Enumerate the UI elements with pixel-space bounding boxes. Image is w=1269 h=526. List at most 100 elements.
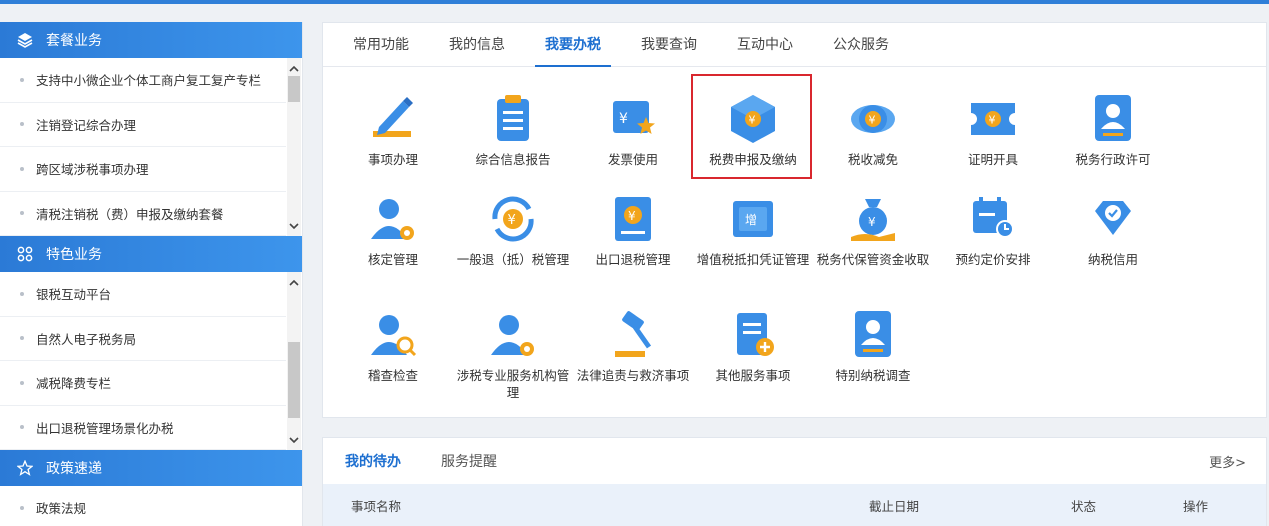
id-card-icon [1085, 91, 1141, 147]
sidebar-item-label: 跨区域涉税事项办理 [36, 162, 149, 178]
tile-label: 法律追责与救济事项 [576, 368, 690, 383]
tile-inspection[interactable]: 稽查检查 [333, 307, 453, 384]
sidebar-item[interactable]: 银税互动平台 [0, 272, 286, 317]
bullet-icon [20, 336, 24, 341]
sidebar-item-label: 注销登记综合办理 [36, 117, 137, 133]
bullet-icon [20, 211, 24, 216]
sidebar-item[interactable]: 自然人电子税务局 [0, 317, 286, 361]
tile-invoice-use[interactable]: ¥ 发票使用 [573, 91, 693, 168]
column-header-action: 操作 [1183, 499, 1209, 514]
bullet-icon [20, 122, 24, 127]
tile-label: 税费申报及缴纳 [709, 152, 797, 167]
sidebar-item-label: 自然人电子税务局 [36, 331, 137, 347]
chevron-down-icon[interactable] [287, 218, 301, 234]
tile-label: 其他服务事项 [715, 368, 791, 383]
scrollbar-thumb[interactable] [288, 342, 300, 418]
svg-text:¥: ¥ [989, 114, 996, 127]
tile-legal-remedy[interactable]: 法律追责与救济事项 [573, 307, 693, 384]
sidebar-item[interactable]: 支持中小微企业个体工商户复工复产专栏 [0, 58, 286, 103]
bullet-icon [20, 166, 24, 171]
invoice-star-icon: ¥ [605, 91, 661, 147]
sidebar-item[interactable]: 政策法规 [0, 486, 286, 526]
star-icon [16, 459, 34, 477]
tab-common[interactable]: 常用功能 [333, 23, 429, 66]
sidebar: 套餐业务 支持中小微企业个体工商户复工复产专栏 注销登记综合办理 跨区域涉税事项… [0, 22, 303, 526]
tab-my-todo[interactable]: 我的待办 [345, 451, 401, 471]
sidebar-item-label: 减税降费专栏 [36, 376, 112, 392]
scrollbar-thumb[interactable] [288, 76, 300, 102]
sidebar-list-packages: 支持中小微企业个体工商户复工复产专栏 注销登记综合办理 跨区域涉税事项办理 清税… [0, 58, 302, 236]
tile-special-investigation[interactable]: 特别纳税调查 [813, 307, 933, 384]
tab-tax-handling[interactable]: 我要办税 [525, 23, 621, 67]
tile-label: 稽查检查 [367, 368, 418, 383]
agent-gear-icon [485, 307, 541, 363]
sidebar-item-label: 银税互动平台 [36, 287, 112, 303]
column-header-status: 状态 [1071, 499, 1097, 514]
chevron-up-icon[interactable] [287, 274, 301, 290]
grid-icon [16, 245, 34, 263]
tile-vat-deduction[interactable]: 增 增值税抵扣凭证管理 [693, 191, 813, 268]
tile-label: 核定管理 [367, 252, 418, 267]
refund-icon: ¥ [485, 191, 541, 247]
calendar-clock-icon [965, 191, 1021, 247]
sidebar-section-title: 政策速递 [46, 461, 102, 477]
todo-panel: 我的待办 服务提醒 更多> 事项名称 截止日期 状态 操作 [322, 437, 1267, 526]
tile-certificate-issue[interactable]: ¥ 证明开具 [933, 91, 1053, 168]
sidebar-item-label: 政策法规 [36, 501, 87, 517]
tile-label: 税收减免 [847, 152, 898, 167]
tab-public-service[interactable]: 公众服务 [813, 23, 909, 66]
pencil-icon [365, 91, 421, 147]
tile-tax-reduction[interactable]: ¥ 税收减免 [813, 91, 933, 168]
tile-tax-agent-management[interactable]: 涉税专业服务机构管理 [453, 307, 573, 401]
bullet-icon [20, 291, 24, 296]
doc-add-icon [725, 307, 781, 363]
tile-custody-funds[interactable]: ¥ 税务代保管资金收取 [813, 191, 933, 268]
sidebar-item-label: 清税注销税（费）申报及缴纳套餐 [36, 206, 224, 222]
sidebar-item[interactable]: 出口退税管理场景化办税 [0, 406, 286, 450]
tile-export-refund[interactable]: ¥ 出口退税管理 [573, 191, 693, 268]
tab-my-info[interactable]: 我的信息 [429, 23, 525, 66]
sidebar-section-title: 特色业务 [46, 247, 102, 263]
sidebar-scrollbar[interactable] [287, 58, 301, 236]
sidebar-section-title: 套餐业务 [46, 33, 102, 49]
chevron-up-icon[interactable] [287, 60, 301, 76]
tile-item-handling[interactable]: 事项办理 [333, 91, 453, 168]
sidebar-scrollbar[interactable] [287, 272, 301, 450]
tile-label: 综合信息报告 [475, 152, 551, 167]
tile-label: 涉税专业服务机构管理 [456, 368, 570, 400]
sidebar-item[interactable]: 减税降费专栏 [0, 361, 286, 406]
export-book-icon: ¥ [605, 191, 661, 247]
sidebar-section-header-featured[interactable]: 特色业务 [0, 236, 302, 272]
tile-advance-pricing[interactable]: 预约定价安排 [933, 191, 1053, 268]
chevron-down-icon[interactable] [287, 432, 301, 448]
tile-other-services[interactable]: 其他服务事项 [693, 307, 813, 384]
tile-general-refund[interactable]: ¥ 一般退（抵）税管理 [453, 191, 573, 268]
svg-text:¥: ¥ [619, 111, 628, 127]
tile-assessment-management[interactable]: 核定管理 [333, 191, 453, 268]
tab-service-reminder[interactable]: 服务提醒 [441, 451, 497, 471]
sidebar-item[interactable]: 清税注销税（费）申报及缴纳套餐 [0, 192, 286, 236]
sidebar-item[interactable]: 注销登记综合办理 [0, 103, 286, 147]
layers-icon [16, 31, 34, 49]
sidebar-section-header-policy[interactable]: 政策速递 [0, 450, 302, 486]
tile-label: 预约定价安排 [955, 252, 1031, 267]
todo-tab-bar: 我的待办 服务提醒 [323, 438, 1266, 483]
gavel-icon [605, 307, 661, 363]
tab-query[interactable]: 我要查询 [621, 23, 717, 66]
tile-tax-declaration-payment[interactable]: ¥ 税费申报及缴纳 [693, 91, 813, 168]
bullet-icon [20, 380, 24, 385]
tile-administrative-license[interactable]: 税务行政许可 [1053, 91, 1173, 168]
more-link[interactable]: 更多> [1209, 452, 1246, 471]
sidebar-item-label: 支持中小微企业个体工商户复工复产专栏 [36, 73, 262, 89]
bullet-icon [20, 425, 24, 430]
tile-label: 纳税信用 [1087, 252, 1138, 267]
tile-tax-credit[interactable]: 纳税信用 [1053, 191, 1173, 268]
svg-text:¥: ¥ [869, 114, 876, 127]
tab-interaction[interactable]: 互动中心 [717, 23, 813, 66]
sidebar-section-header-packages[interactable]: 套餐业务 [0, 22, 302, 58]
certificate-ticket-icon: ¥ [965, 91, 1021, 147]
tile-comprehensive-report[interactable]: 综合信息报告 [453, 91, 573, 168]
tile-label: 税务代保管资金收取 [816, 252, 930, 267]
sidebar-item[interactable]: 跨区域涉税事项办理 [0, 147, 286, 192]
coin-stack-icon: ¥ [845, 91, 901, 147]
